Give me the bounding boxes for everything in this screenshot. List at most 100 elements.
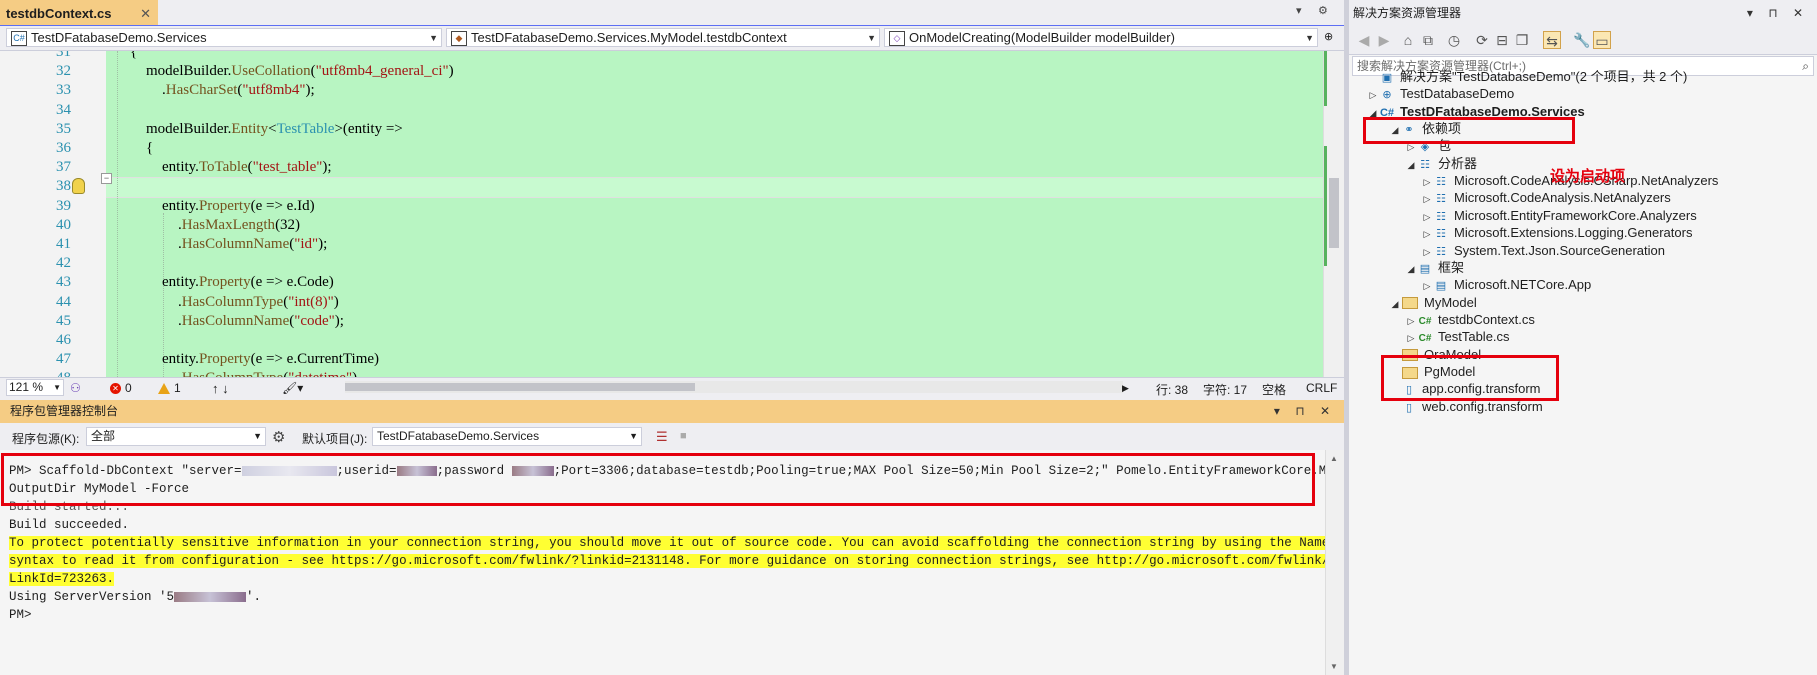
close-tab-icon[interactable]: ✕	[140, 0, 151, 27]
package-source-select[interactable]: 全部 ▼	[86, 427, 266, 446]
code-token: );	[334, 312, 344, 329]
line-number: 33	[56, 82, 71, 99]
collapse-all-icon[interactable]: ⊟	[1493, 31, 1511, 49]
sync-icon[interactable]: ⟳	[1473, 31, 1491, 49]
code-token: UseCollation	[231, 63, 311, 80]
se-window-buttons[interactable]: ▾ ⊓ ✕	[1747, 0, 1809, 27]
stop-icon[interactable]: ■	[680, 430, 687, 442]
pmc-title: 程序包管理器控制台	[10, 404, 119, 418]
code-line: {	[112, 139, 153, 158]
clear-console-icon[interactable]: ☰	[656, 429, 668, 445]
line-indicator: 行: 38	[1156, 383, 1189, 397]
line-number: 47	[56, 351, 71, 368]
warning-count[interactable]: 1	[158, 381, 181, 395]
code-token: modelBuilder.	[146, 120, 232, 137]
preview-selected-icon[interactable]: ▭	[1593, 31, 1611, 49]
code-token: ToTable	[198, 159, 248, 176]
code-line: .HasMaxLength(32)	[112, 216, 300, 235]
tree-item-label: System.Text.Json.SourceGeneration	[1454, 242, 1665, 258]
switch-views-icon[interactable]: ⧉	[1419, 31, 1437, 49]
line-number: 37	[56, 159, 71, 176]
collapse-arrow-icon[interactable]: ◢	[1405, 259, 1417, 279]
code-token: Property	[198, 274, 251, 291]
line-number-gutter: 31 32 33 34 35 36 37 38 39 40 41 42 43 44 45 46 4748	[0, 51, 106, 377]
tab-testdbcontext[interactable]: testdbContext.cs ✕	[0, 0, 158, 25]
brush-icon[interactable]: 🖌▾	[282, 381, 303, 395]
lightbulb-icon[interactable]	[72, 178, 85, 194]
console-scrollbar[interactable]: ▲ ▼	[1325, 450, 1345, 675]
home-icon[interactable]: ⌂	[1399, 31, 1417, 49]
track-active-item-icon[interactable]: ⇆	[1543, 31, 1561, 49]
code-token: (e => e.Id)	[250, 197, 315, 214]
line-ending-indicator[interactable]: CRLF	[1306, 381, 1337, 395]
scroll-down-icon[interactable]: ▼	[1330, 662, 1338, 671]
default-project-select[interactable]: TestDFatabaseDemo.Services ▼	[372, 427, 642, 446]
change-marker	[1324, 146, 1327, 266]
line-number: 35	[56, 120, 71, 137]
member-combo[interactable]: ◇ OnModelCreating(ModelBuilder modelBuil…	[884, 28, 1318, 47]
code-line: entity.Property(e => e.CurrentTime)	[112, 350, 379, 369]
line-number: 45	[56, 312, 71, 329]
class-combo[interactable]: ◆ TestDFatabaseDemo.Services.MyModel.tes…	[446, 28, 880, 47]
collapse-arrow-icon[interactable]: ◢	[1405, 155, 1417, 175]
line-number: 31	[56, 51, 71, 60]
code-token: TestTable	[276, 120, 335, 137]
scroll-right-icon[interactable]: ▶	[1122, 383, 1129, 394]
navigation-bar: C# TestDFatabaseDemo.Services ▼ ◆ TestDF…	[0, 26, 1344, 51]
code-area[interactable]: 31 32 33 34 35 36 37 38 39 40 41 42 43 44 45 46 4748 − {…	[0, 51, 1323, 377]
code-token: );	[305, 82, 315, 99]
code-token: HasColumnName	[181, 312, 290, 329]
chevron-down-icon: ▼	[253, 431, 262, 441]
redacted-version	[174, 591, 247, 602]
health-icon[interactable]: ⚇	[70, 381, 81, 395]
tree-item-label: Microsoft.CodeAnalysis.NetAnalyzers	[1454, 190, 1671, 206]
code-token: entity.	[162, 351, 199, 368]
scrollbar-thumb[interactable]	[1329, 178, 1339, 248]
project-combo[interactable]: C# TestDFatabaseDemo.Services ▼	[6, 28, 442, 47]
show-all-files-icon[interactable]: ❐	[1513, 31, 1531, 49]
solution-explorer-toolbar: ◀ ▶ ⌂ ⧉ ◷ ⟳ ⊟ ❐ ⇆ 🔧 ▭	[1349, 27, 1817, 55]
pmc-toolbar: 程序包源(K): 全部 ▼ ⚙ 默认项目(J): TestDFatabaseDem…	[0, 423, 1344, 449]
highlight-box-model-files	[1381, 355, 1559, 401]
annotation-set-startup: 设为启动项	[1550, 168, 1626, 185]
chevron-down-icon: ▼	[429, 33, 438, 43]
settings-gear-icon[interactable]: ⚙	[1318, 4, 1328, 17]
zoom-combo[interactable]: 121 % ▼	[6, 379, 64, 396]
scrollbar-thumb[interactable]	[345, 383, 695, 391]
code-token: (e => e.CurrentTime)	[250, 351, 380, 368]
tree-item-label: 解决方案"TestDatabaseDemo"(2 个项目，共 2 个)	[1400, 69, 1688, 84]
tree-item-label: Microsoft.EntityFrameworkCore.Analyzers	[1454, 207, 1697, 223]
navigate-arrows[interactable]: ↑ ↓	[212, 381, 229, 396]
line-number: 34	[56, 101, 71, 118]
tree-item-label: TestDatabaseDemo	[1400, 86, 1515, 102]
console-prompt[interactable]: PM>	[9, 606, 32, 624]
pmc-window-buttons[interactable]: ▾ ⊓ ✕	[1274, 400, 1336, 423]
properties-icon[interactable]: 🔧	[1573, 31, 1591, 49]
solution-explorer-title: 解决方案资源管理器	[1353, 6, 1462, 20]
pmc-title-bar: 程序包管理器控制台 ▾ ⊓ ✕	[0, 400, 1344, 423]
tree-item-label: Microsoft.Extensions.Logging.Generators	[1454, 225, 1693, 241]
tree-item-label: Microsoft.NETCore.App	[1454, 277, 1592, 293]
chevron-down-icon: ▼	[629, 431, 638, 441]
error-count[interactable]: ✕ 0	[110, 381, 132, 395]
whitespace-indicator[interactable]: 空格	[1262, 381, 1286, 398]
code-token: "id"	[294, 236, 319, 252]
back-icon[interactable]: ◀	[1355, 31, 1373, 49]
char-indicator: 字符: 17	[1203, 383, 1248, 397]
line-number: 38	[56, 178, 71, 195]
code-line: modelBuilder.Entity<TestTable>(entity =>	[112, 120, 403, 139]
console-server-version: Using ServerVersion '5 '.	[9, 590, 262, 604]
tab-list-dropdown-icon[interactable]: ▾	[1296, 4, 1302, 17]
collapse-region-icon[interactable]: −	[101, 173, 112, 184]
settings-gear-icon[interactable]: ⚙	[272, 428, 285, 446]
code-token: "int(8)"	[288, 293, 334, 310]
editor-horizontal-scrollbar[interactable]	[345, 381, 1123, 393]
split-icon[interactable]: ⊕	[1324, 30, 1333, 43]
editor-vertical-scrollbar[interactable]	[1323, 51, 1345, 377]
pending-changes-icon[interactable]: ◷	[1445, 31, 1463, 49]
console-warning-line: To protect potentially sensitive informa…	[9, 536, 1325, 550]
forward-icon[interactable]: ▶	[1375, 31, 1393, 49]
warning-icon	[158, 383, 170, 395]
scroll-up-icon[interactable]: ▲	[1330, 454, 1338, 463]
collapse-arrow-icon[interactable]: ◢	[1389, 294, 1401, 314]
